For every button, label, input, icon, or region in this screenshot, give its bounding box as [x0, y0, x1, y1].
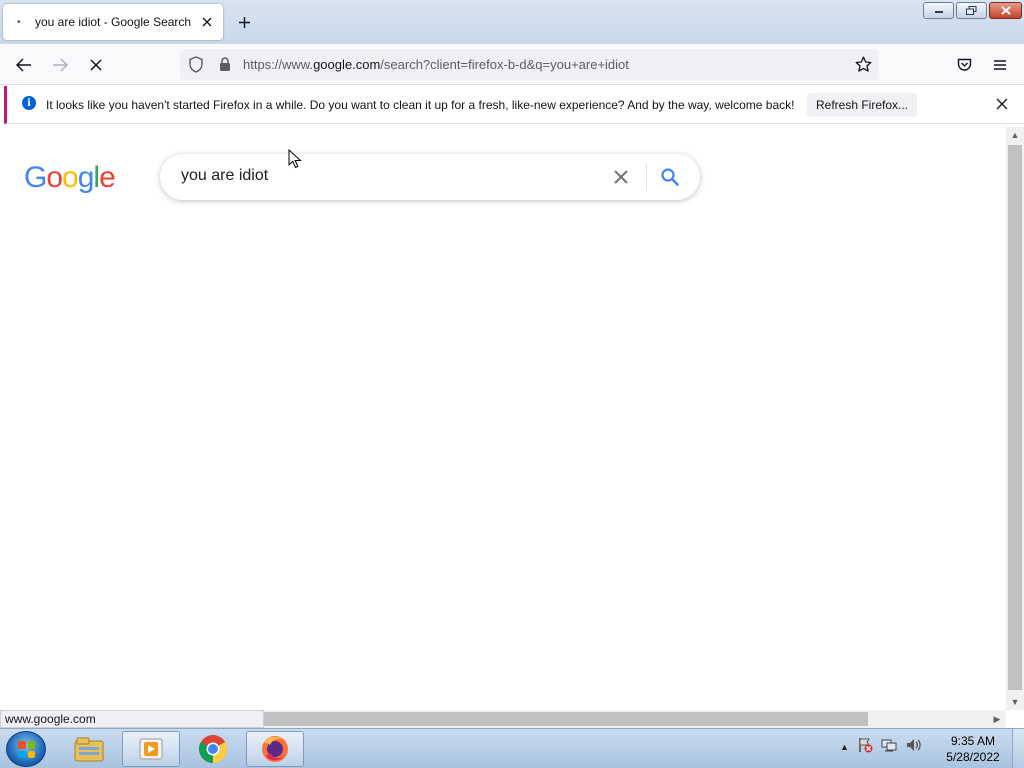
clear-search-icon[interactable]	[610, 166, 632, 188]
url-text: https://www.google.com/search?client=fir…	[243, 57, 629, 72]
scroll-right-arrow-icon[interactable]: ▶	[988, 711, 1006, 727]
action-center-flag-icon[interactable]	[857, 737, 873, 756]
clock-time: 9:35 AM	[950, 734, 996, 748]
minimize-button[interactable]	[923, 2, 954, 19]
tab-strip: • you are idiot - Google Search	[0, 0, 1024, 44]
logo-letter: e	[99, 161, 116, 194]
tracking-protection-shield-icon[interactable]	[188, 56, 204, 76]
back-button[interactable]	[11, 52, 37, 78]
logo-letter: o	[62, 161, 79, 194]
logo-letter: g	[77, 161, 95, 194]
hamburger-menu-button[interactable]	[987, 52, 1013, 78]
horizontal-scroll-thumb[interactable]	[264, 712, 868, 726]
refresh-firefox-button[interactable]: Refresh Firefox...	[807, 93, 917, 117]
windows-logo-icon	[18, 741, 35, 758]
new-tab-button[interactable]	[234, 12, 254, 32]
system-tray: ▲	[840, 737, 923, 756]
vertical-scrollbar[interactable]: ▲ ▼	[1006, 127, 1024, 710]
refresh-firefox-notification: i It looks like you haven't started Fire…	[4, 86, 1024, 124]
volume-icon[interactable]	[905, 737, 923, 756]
bookmark-star-icon[interactable]	[855, 56, 872, 76]
search-icon[interactable]	[658, 165, 682, 189]
search-box[interactable]: you are idiot	[160, 154, 700, 200]
windows-explorer-taskbar-icon[interactable]	[60, 731, 118, 767]
horizontal-scrollbar[interactable]: ▶	[264, 710, 1006, 728]
show-desktop-button[interactable]	[1012, 729, 1024, 768]
page-content: Google you are idiot	[0, 127, 1006, 710]
windows-taskbar: ▲ 9:35 AM 5/28/2022	[0, 728, 1024, 768]
info-icon: i	[22, 96, 36, 110]
search-input[interactable]: you are idiot	[181, 167, 268, 185]
scroll-down-arrow-icon[interactable]: ▼	[1006, 694, 1024, 710]
window-controls	[923, 2, 1022, 19]
search-divider	[646, 164, 647, 190]
firefox-taskbar-icon[interactable]	[246, 731, 304, 767]
navigation-toolbar: https://www.google.com/search?client=fir…	[0, 44, 1024, 85]
address-bar[interactable]: https://www.google.com/search?client=fir…	[180, 49, 878, 80]
system-clock[interactable]: 9:35 AM 5/28/2022	[940, 733, 1006, 765]
show-hidden-icons-arrow-icon[interactable]: ▲	[840, 742, 849, 752]
vertical-scroll-thumb[interactable]	[1008, 145, 1022, 690]
close-tab-icon[interactable]	[199, 14, 215, 30]
tab-title: you are idiot - Google Search	[35, 15, 192, 29]
clock-date: 5/28/2022	[946, 750, 1000, 764]
scroll-up-arrow-icon[interactable]: ▲	[1006, 127, 1024, 143]
pocket-button[interactable]	[951, 52, 977, 78]
tab-google-search[interactable]: • you are idiot - Google Search	[3, 4, 223, 40]
close-notification-icon[interactable]	[993, 95, 1011, 113]
stop-loading-button[interactable]	[83, 52, 109, 78]
close-window-button[interactable]	[989, 2, 1022, 19]
loading-dot-icon: •	[17, 16, 21, 28]
chrome-taskbar-icon[interactable]	[184, 731, 242, 767]
logo-letter: o	[46, 161, 63, 194]
status-bar-url: www.google.com	[0, 710, 264, 728]
start-button[interactable]	[6, 731, 46, 767]
media-player-taskbar-icon[interactable]	[122, 731, 180, 767]
google-logo[interactable]: Google	[24, 161, 116, 195]
forward-button[interactable]	[47, 52, 73, 78]
network-icon[interactable]	[881, 737, 897, 756]
lock-icon[interactable]	[218, 56, 232, 75]
logo-letter: G	[24, 161, 47, 194]
restore-button[interactable]	[956, 2, 987, 19]
mouse-pointer-icon	[288, 148, 302, 172]
notification-message: It looks like you haven't started Firefo…	[46, 98, 795, 112]
